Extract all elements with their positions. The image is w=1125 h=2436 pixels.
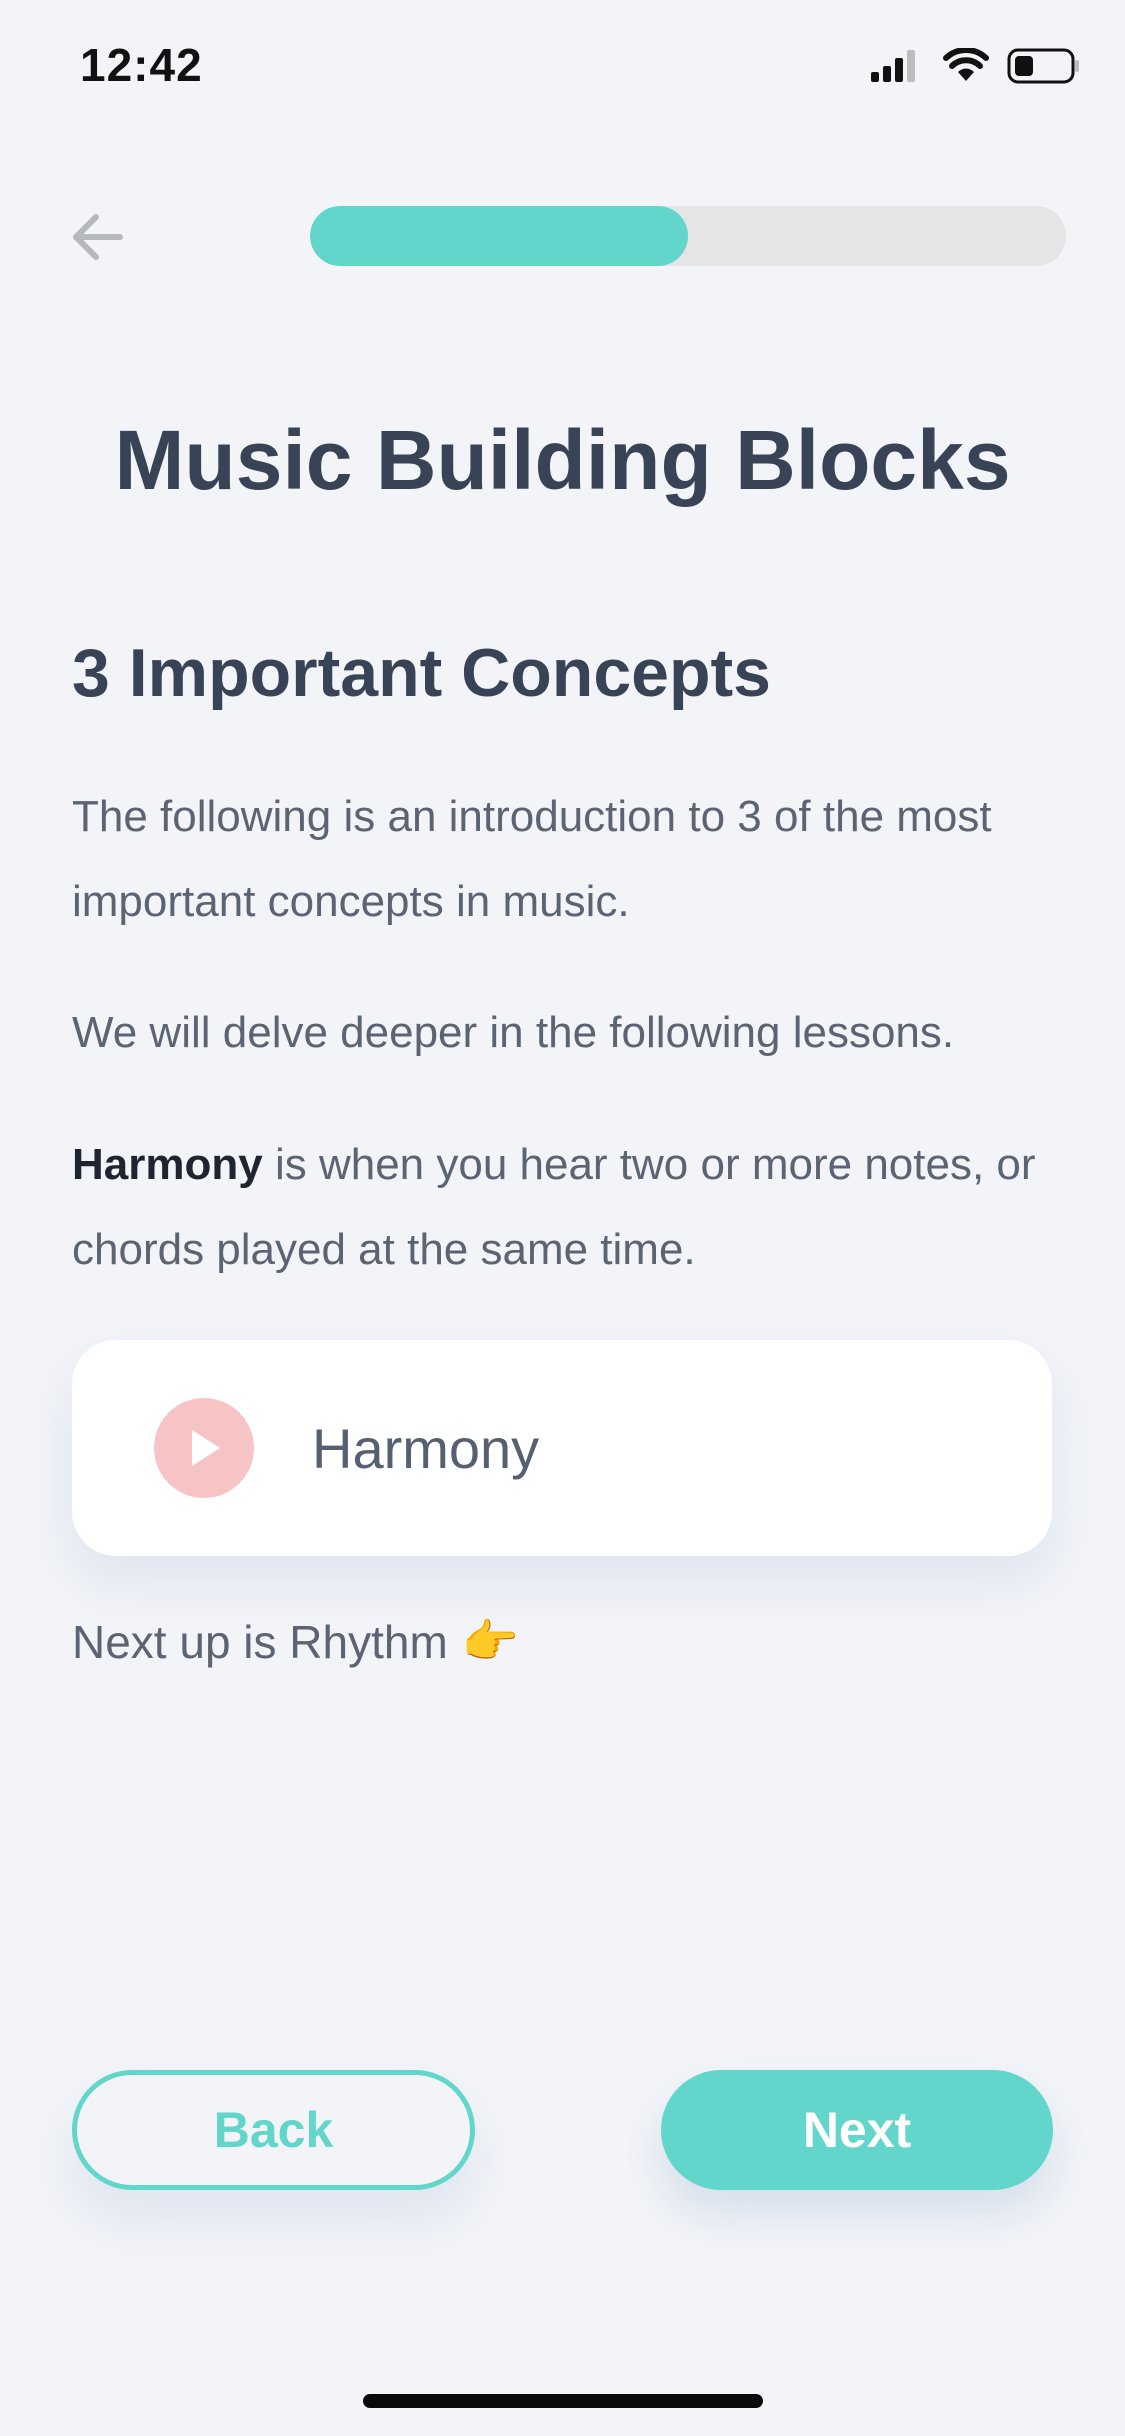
play-icon (192, 1430, 220, 1466)
follow-up-paragraph: We will delve deeper in the following le… (72, 1008, 955, 1057)
harmony-term: Harmony (72, 1140, 263, 1189)
status-bar: 12:42 (0, 0, 1125, 132)
battery-icon (1007, 48, 1081, 89)
next-up-text: Next up is Rhythm 👉 (72, 1614, 519, 1669)
pointing-hand-icon: 👉 (461, 1615, 520, 1667)
status-icons (869, 47, 1081, 89)
next-up-label: Next up is Rhythm (72, 1615, 448, 1668)
lesson-progress-fill (310, 206, 688, 266)
harmony-audio-card[interactable]: Harmony (72, 1340, 1052, 1556)
lesson-progress-bar (310, 206, 1066, 266)
next-button[interactable]: Next (661, 2070, 1053, 2190)
back-button[interactable]: Back (72, 2070, 475, 2190)
intro-paragraph: The following is an introduction to 3 of… (72, 792, 992, 926)
audio-card-label: Harmony (312, 1417, 540, 1480)
status-time: 12:42 (80, 39, 203, 91)
page-title: Music Building Blocks (114, 413, 1011, 507)
wifi-icon (943, 47, 989, 89)
arrow-left-icon (73, 214, 123, 260)
home-indicator (363, 2394, 763, 2408)
play-button[interactable] (154, 1398, 254, 1498)
back-arrow-button[interactable] (62, 205, 132, 269)
harmony-paragraph: Harmony is when you hear two or more not… (72, 1122, 1062, 1292)
section-heading: 3 Important Concepts (72, 635, 771, 711)
cellular-signal-icon (869, 48, 925, 89)
